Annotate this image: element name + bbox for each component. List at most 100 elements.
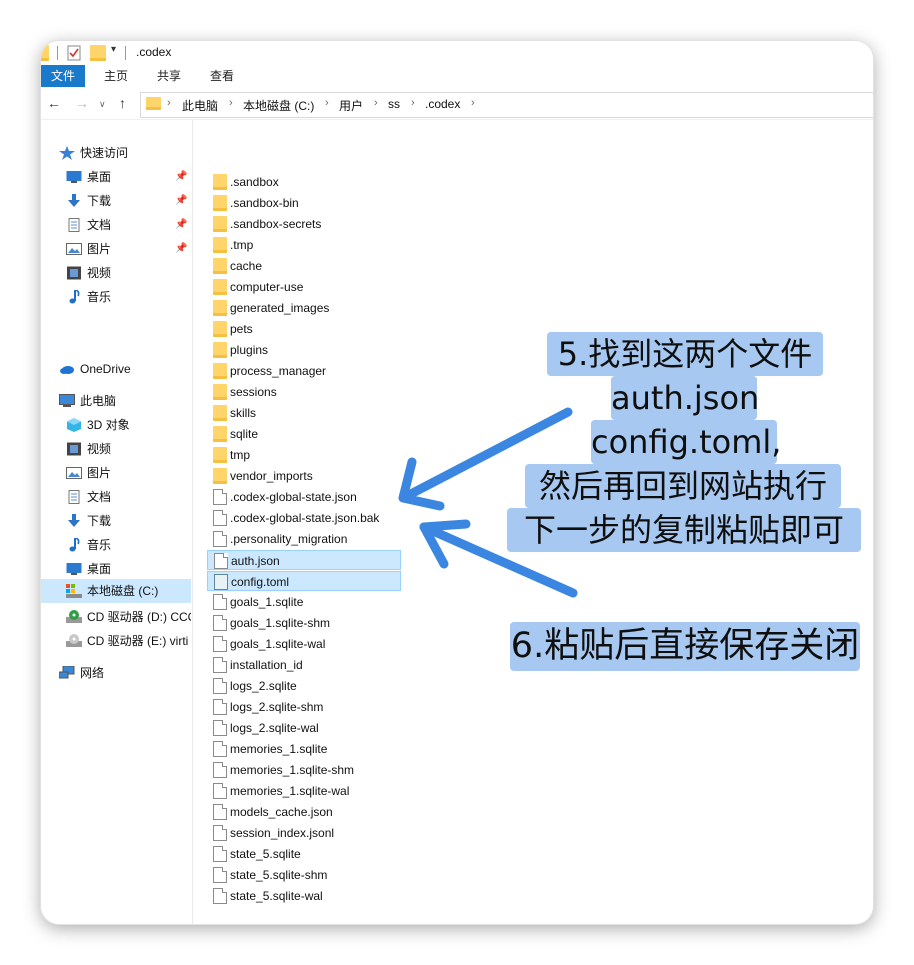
file-row[interactable]: state_5.sqlite-wal — [207, 886, 401, 906]
file-name: config.toml — [231, 575, 290, 589]
title-bar: ▾ .codex — [41, 41, 873, 65]
breadcrumb-users[interactable]: 用户 — [339, 97, 363, 114]
3d-objects-icon — [67, 418, 81, 432]
file-name: goals_1.sqlite-wal — [230, 637, 326, 651]
pin-icon[interactable]: 📌 — [175, 219, 187, 230]
breadcrumb-codex[interactable]: .codex — [425, 97, 460, 111]
local-disk-icon — [66, 584, 82, 598]
folder-row[interactable]: skills — [207, 403, 401, 423]
chevron-right-icon[interactable]: › — [229, 97, 233, 109]
file-icon — [213, 615, 227, 631]
file-icon — [213, 825, 227, 841]
folder-row[interactable]: sessions — [207, 382, 401, 402]
annotation-step-5: 5.找到这两个文件 auth.json config.toml, 然后再回到网站执行下… — [505, 332, 865, 554]
folder-row[interactable]: process_manager — [207, 361, 401, 381]
pane-divider[interactable] — [192, 120, 193, 924]
file-name: sqlite — [230, 427, 259, 441]
chevron-right-icon[interactable]: › — [471, 97, 475, 109]
folder-row[interactable]: generated_images — [207, 298, 401, 318]
file-icon — [213, 783, 227, 799]
new-folder-icon[interactable] — [90, 45, 106, 61]
folder-row[interactable]: computer-use — [207, 277, 401, 297]
forward-arrow-icon[interactable]: → — [75, 95, 89, 111]
folder-row[interactable]: tmp — [207, 445, 401, 465]
file-icon — [213, 720, 227, 736]
address-bar[interactable]: › 此电脑 › 本地磁盘 (C:) › 用户 › ss › .codex › — [140, 92, 873, 118]
folder-icon — [213, 174, 227, 190]
folder-icon — [213, 321, 227, 337]
file-row[interactable]: session_index.jsonl — [207, 823, 401, 843]
tab-share[interactable]: 共享 — [150, 65, 188, 87]
folder-icon — [213, 195, 227, 211]
file-icon — [213, 678, 227, 694]
folder-row[interactable]: plugins — [207, 340, 401, 360]
tab-home[interactable]: 主页 — [97, 65, 135, 87]
folder-row[interactable]: .sandbox-secrets — [207, 214, 401, 234]
file-icon — [213, 657, 227, 673]
folder-row[interactable]: cache — [207, 256, 401, 276]
pin-icon[interactable]: 📌 — [175, 195, 187, 206]
folder-icon — [213, 468, 227, 484]
file-row[interactable]: goals_1.sqlite-shm — [207, 613, 401, 633]
file-row[interactable]: .codex-global-state.json — [207, 487, 401, 507]
file-icon — [214, 553, 228, 569]
annotation-line: 5.找到这两个文件 — [547, 332, 823, 376]
download-icon — [68, 514, 80, 527]
file-row[interactable]: logs_2.sqlite-shm — [207, 697, 401, 717]
sidebar-item-cd-drive-d[interactable]: CD 驱动器 (D:) CCC — [66, 606, 191, 628]
folder-row[interactable]: sqlite — [207, 424, 401, 444]
pin-icon[interactable]: 📌 — [175, 171, 187, 182]
folder-row[interactable]: .sandbox-bin — [207, 193, 401, 213]
chevron-right-icon[interactable]: › — [167, 97, 171, 109]
file-row[interactable]: .personality_migration — [207, 529, 401, 549]
folder-row[interactable]: .tmp — [207, 235, 401, 255]
file-row[interactable]: goals_1.sqlite-wal — [207, 634, 401, 654]
folder-icon — [213, 426, 227, 442]
chevron-right-icon[interactable]: › — [325, 97, 329, 109]
file-row[interactable]: installation_id — [207, 655, 401, 675]
file-row[interactable]: config.toml — [207, 571, 401, 591]
file-row[interactable]: models_cache.json — [207, 802, 401, 822]
file-row[interactable]: logs_2.sqlite-wal — [207, 718, 401, 738]
breadcrumb-this-pc[interactable]: 此电脑 — [182, 97, 218, 114]
sidebar-item-cd-drive-e[interactable]: CD 驱动器 (E:) virti — [66, 630, 191, 652]
file-name: process_manager — [230, 364, 327, 378]
folder-icon — [146, 97, 161, 110]
file-row[interactable]: memories_1.sqlite — [207, 739, 401, 759]
breadcrumb-user-ss[interactable]: ss — [388, 97, 400, 111]
breadcrumb-local-disk[interactable]: 本地磁盘 (C:) — [243, 97, 314, 114]
file-name: state_5.sqlite-shm — [230, 868, 328, 882]
customize-quick-access-icon[interactable]: ▾ — [111, 44, 116, 60]
ribbon-tabs: 文件 主页 共享 查看 — [41, 65, 873, 89]
tab-file[interactable]: 文件 — [41, 65, 85, 87]
file-name: models_cache.json — [230, 805, 333, 819]
folder-row[interactable]: pets — [207, 319, 401, 339]
file-row[interactable]: .codex-global-state.json.bak — [207, 508, 401, 528]
folder-row[interactable]: .sandbox — [207, 172, 401, 192]
up-arrow-icon[interactable]: ↑ — [119, 95, 126, 111]
pin-icon[interactable]: 📌 — [175, 243, 187, 254]
file-row[interactable]: state_5.sqlite — [207, 844, 401, 864]
download-icon — [68, 194, 80, 207]
file-row[interactable]: goals_1.sqlite — [207, 592, 401, 612]
file-icon — [213, 531, 227, 547]
file-name: auth.json — [231, 554, 280, 568]
folder-row[interactable]: vendor_imports — [207, 466, 401, 486]
cd-drive-icon — [66, 634, 82, 647]
file-name: .codex-global-state.json.bak — [230, 511, 380, 525]
annotation-line: 然后再回到网站执行 — [525, 464, 841, 508]
recent-locations-icon[interactable]: ∨ — [99, 99, 106, 110]
file-row[interactable]: state_5.sqlite-shm — [207, 865, 401, 885]
back-arrow-icon[interactable]: ← — [47, 95, 61, 111]
file-row[interactable]: auth.json — [207, 550, 401, 570]
chevron-right-icon[interactable]: › — [374, 97, 378, 109]
folder-icon — [41, 45, 49, 61]
file-row[interactable]: logs_2.sqlite — [207, 676, 401, 696]
tab-view[interactable]: 查看 — [203, 65, 241, 87]
chevron-right-icon[interactable]: › — [411, 97, 415, 109]
pictures-icon — [66, 243, 82, 255]
file-row[interactable]: memories_1.sqlite-wal — [207, 781, 401, 801]
file-name: .sandbox-secrets — [230, 217, 322, 231]
file-row[interactable]: memories_1.sqlite-shm — [207, 760, 401, 780]
properties-icon[interactable] — [67, 45, 81, 61]
